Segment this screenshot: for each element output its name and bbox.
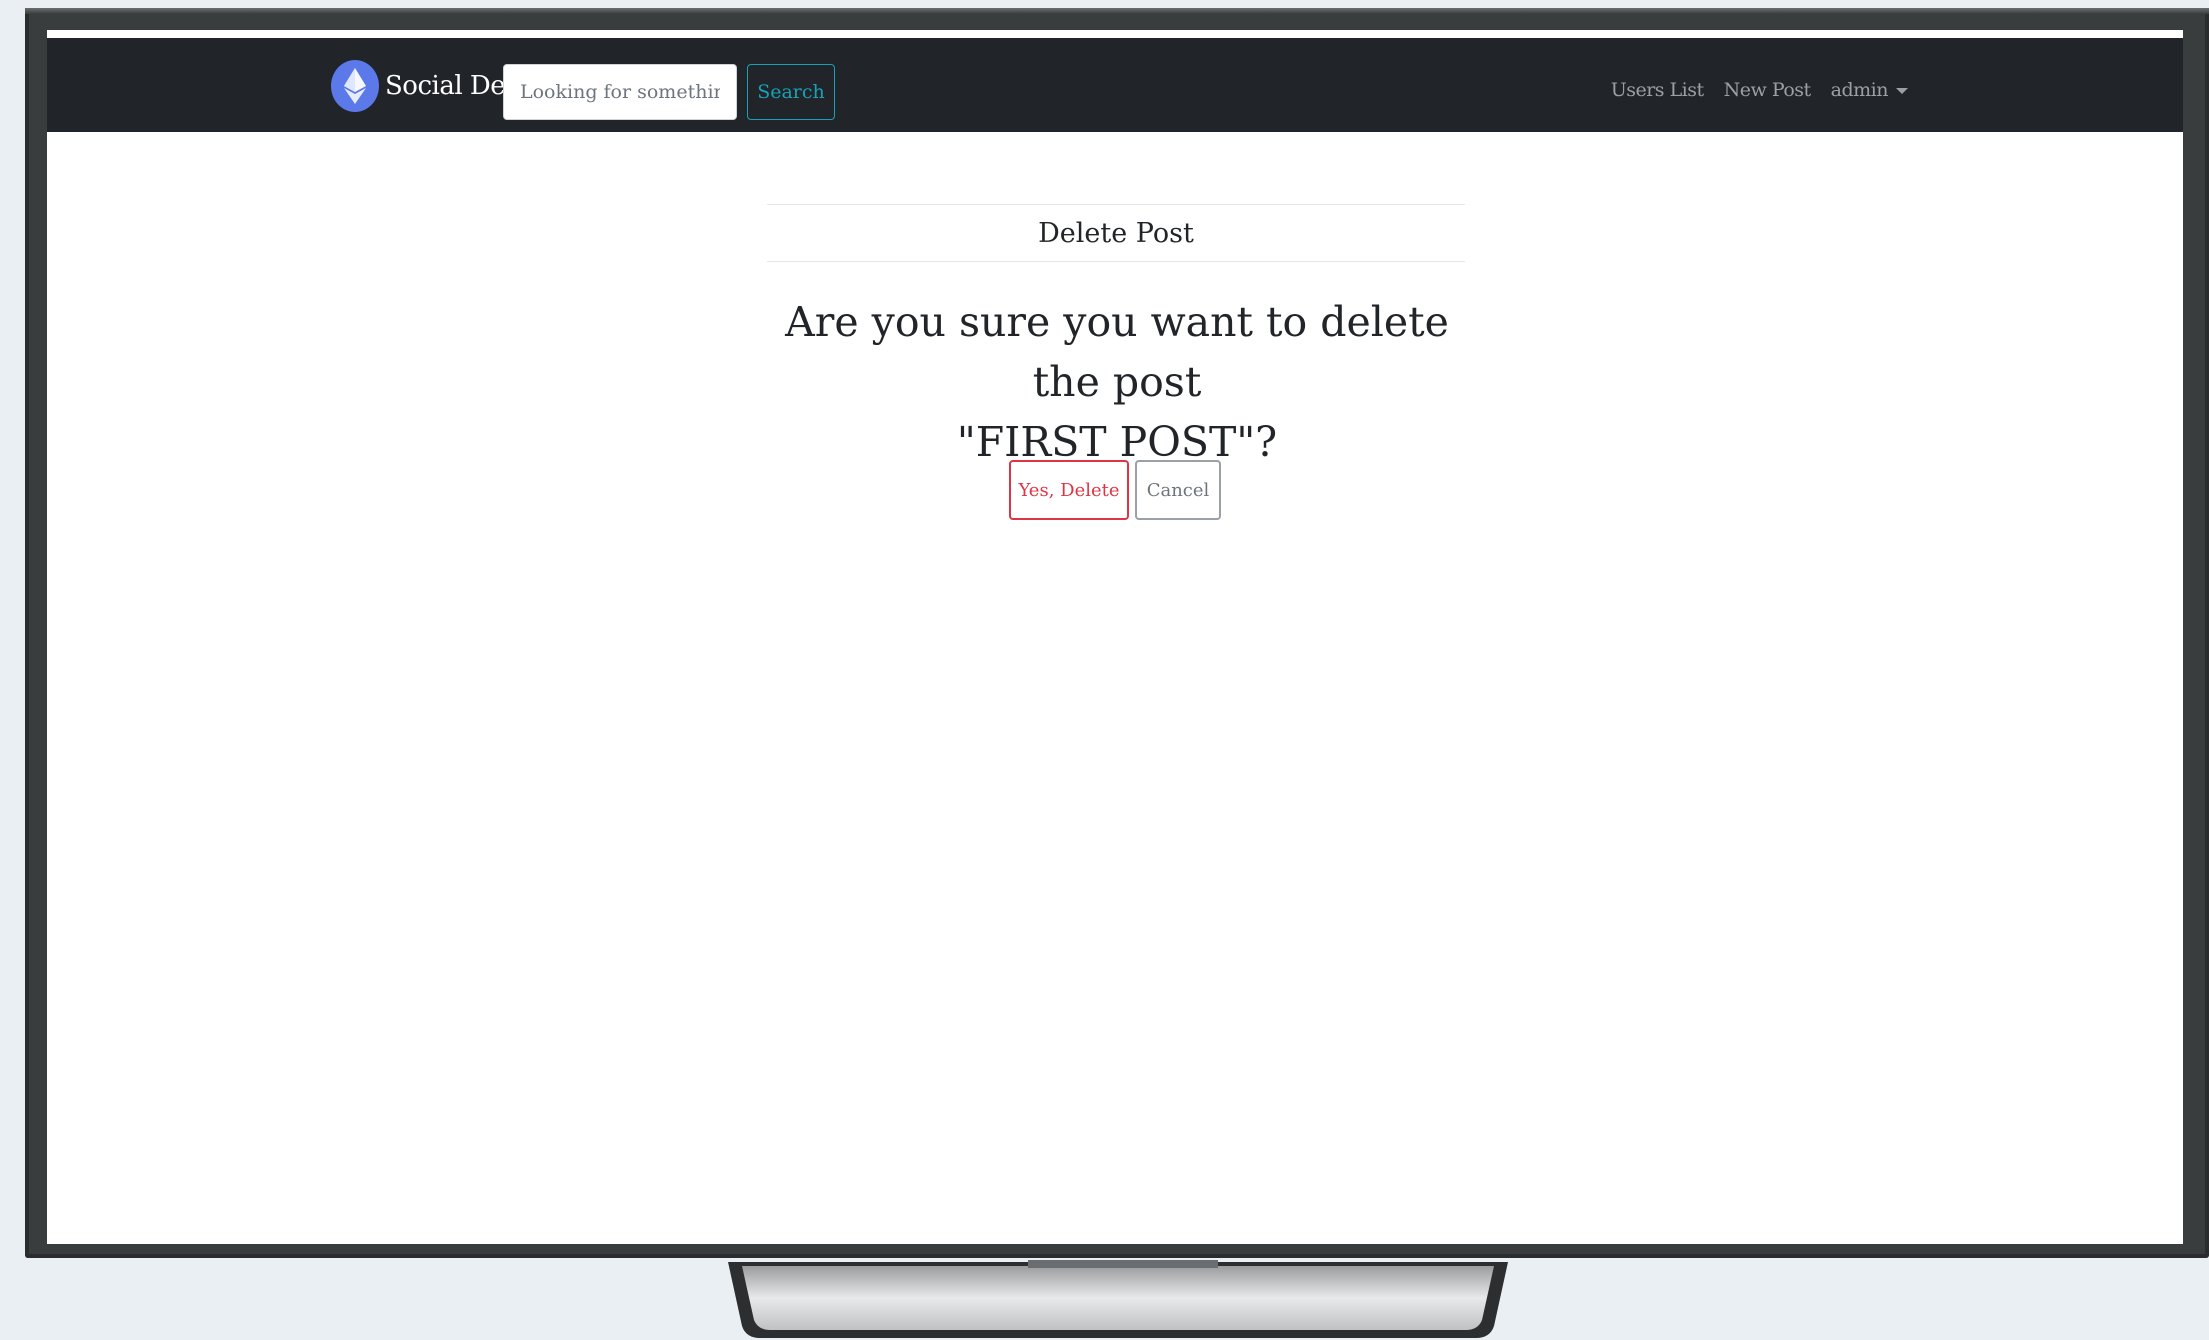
action-buttons: Yes, Delete Cancel — [47, 460, 2183, 520]
brand-name: Social Dex — [385, 71, 520, 101]
tv-frame: Social Dex Search Users List New Post ad… — [25, 8, 2209, 1258]
ethereum-logo-icon — [331, 60, 379, 112]
user-menu-label: admin — [1830, 79, 1889, 101]
caret-down-icon — [1896, 88, 1908, 94]
search-button[interactable]: Search — [747, 64, 835, 120]
nav-link-new-post[interactable]: New Post — [1724, 79, 1812, 101]
confirm-delete-button[interactable]: Yes, Delete — [1009, 460, 1129, 520]
browser-viewport: Social Dex Search Users List New Post ad… — [47, 30, 2183, 1244]
tv-stand — [728, 1260, 1508, 1338]
search-input[interactable] — [503, 64, 737, 120]
nav-links: Users List New Post admin — [1611, 62, 1908, 118]
user-menu-dropdown[interactable]: admin — [1831, 79, 1908, 101]
nav-link-users-list[interactable]: Users List — [1611, 79, 1704, 101]
cancel-button[interactable]: Cancel — [1135, 460, 1221, 520]
delete-confirmation-text: Are you sure you want to delete the post… — [747, 292, 1487, 472]
page-title: Delete Post — [767, 204, 1465, 262]
question-line-1: Are you sure you want to delete the post — [785, 298, 1449, 406]
top-navbar: Social Dex Search Users List New Post ad… — [47, 38, 2183, 132]
brand-link[interactable]: Social Dex — [331, 58, 520, 114]
